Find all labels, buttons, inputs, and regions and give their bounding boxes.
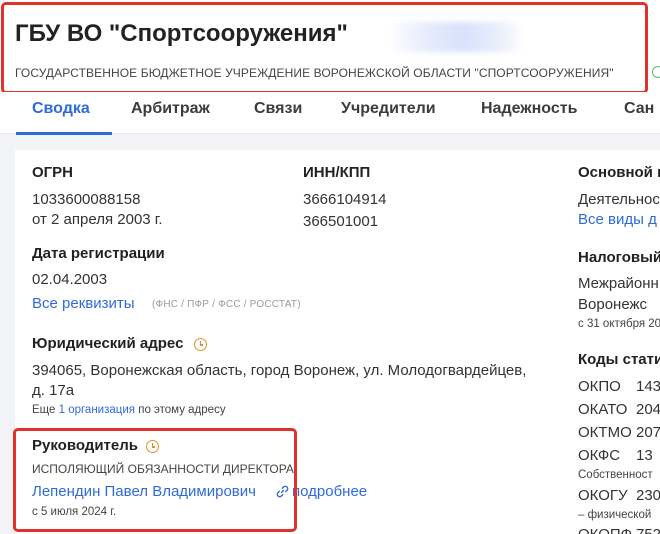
tab-sanctions[interactable]: Сан (624, 100, 654, 118)
address-more: Еще 1 организация по этому адресу (32, 404, 226, 416)
okato-name: ОКАТО (578, 401, 628, 418)
oktmo-value: 207 (636, 424, 660, 441)
manager-more-link[interactable]: подробнее (292, 483, 367, 500)
stat-codes-label: Коды стати (578, 351, 660, 368)
tab-summary[interactable]: Сводка (32, 100, 90, 118)
highlight-box-header (1, 2, 648, 94)
okpo-value: 143 (636, 378, 660, 395)
status-check-icon (652, 66, 660, 78)
address-label: Юридический адрес (32, 335, 184, 352)
main-activity-value: Деятельнос (578, 191, 660, 208)
inn-kpp-label: ИНН/КПП (303, 164, 371, 181)
same-address-link[interactable]: 1 организация (59, 404, 135, 416)
inn-value: 3666104914 (303, 191, 387, 208)
okato-value: 204 (636, 401, 660, 418)
ogrn-value: 1033600088158 (32, 191, 141, 208)
tab-founders[interactable]: Учредители (341, 100, 436, 118)
tab-bar: Сводка Арбитраж Связи Учредители Надежно… (0, 92, 660, 135)
all-activities-link[interactable]: Все виды д (578, 211, 657, 228)
okopf-value: 752 (636, 526, 660, 534)
tax-authority-label: Налоговый (578, 249, 660, 266)
address-line2: д. 17а (32, 382, 75, 399)
reg-date-value: 02.04.2003 (32, 271, 108, 288)
tax-authority-since: с 31 октября 20 (578, 318, 660, 330)
ogrn-label: ОГРН (32, 164, 74, 181)
tax-authority-line1: Межрайонн (578, 275, 659, 292)
all-details-link[interactable]: Все реквизиты (32, 295, 135, 312)
address-line1: 394065, Воронежская область, город Ворон… (32, 362, 527, 379)
tab-connections[interactable]: Связи (254, 100, 302, 118)
active-tab-indicator (16, 132, 112, 135)
tab-reliability[interactable]: Надежность (481, 100, 577, 118)
reg-date-label: Дата регистрации (32, 245, 165, 262)
okfs-name: ОКФС (578, 447, 621, 464)
oktmo-name: ОКТМО (578, 424, 632, 441)
clock-icon[interactable] (194, 338, 207, 351)
ogrn-date: от 2 апреля 2003 г. (32, 211, 163, 228)
okopf-name: ОКОПФ (578, 526, 632, 534)
main-activity-label: Основной в (578, 164, 660, 181)
highlight-box-manager (13, 428, 297, 532)
okfs-value: 13 (636, 447, 653, 464)
all-details-note: (ФНС / ПФР / ФСС / РОССТАТ) (152, 299, 301, 310)
okogu-name: ОКОГУ (578, 487, 628, 504)
okfs-note: Собственност (578, 469, 653, 481)
kpp-value: 366501001 (303, 213, 379, 230)
okogu-value: 230 (636, 487, 660, 504)
okpo-name: ОКПО (578, 378, 621, 395)
okogu-note: – физической (578, 509, 652, 521)
tax-authority-line2: Воронежс (578, 296, 648, 313)
tab-arbitration[interactable]: Арбитраж (131, 100, 210, 118)
